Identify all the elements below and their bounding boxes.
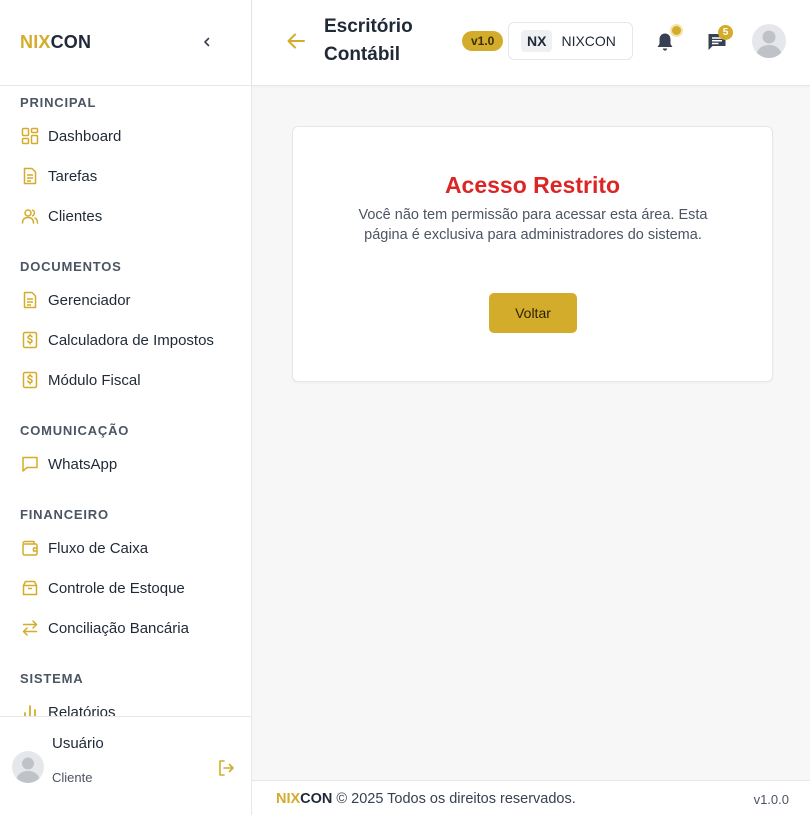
sidebar-item-label: Fluxo de Caixa — [48, 539, 149, 557]
restricted-title: Acesso Restrito — [444, 172, 621, 198]
footer-copyright-text: © 2025 Todos os direitos reservados. — [332, 791, 576, 807]
sidebar-item-controle-de-estoque[interactable]: Controle de Estoque — [0, 570, 251, 606]
sidebar-item-label: WhatsApp — [48, 455, 118, 473]
users-icon — [20, 206, 40, 226]
notification-dot — [670, 24, 683, 37]
sidebar-item-whatsapp[interactable]: WhatsApp — [0, 446, 251, 482]
footer-brand-part1: NIX — [276, 791, 301, 807]
sidebar-item-label: Relatórios — [48, 703, 116, 717]
company-name: NIXCON — [561, 33, 616, 49]
dollar-doc-icon — [20, 370, 40, 390]
logo[interactable]: NIXCON — [20, 32, 91, 53]
sidebar-item-modulo-fiscal[interactable]: Módulo Fiscal — [0, 362, 251, 398]
logo-part2: CON — [50, 32, 92, 52]
company-abbr: NX — [521, 30, 553, 52]
footer: NIXCON © 2025 Todos os direitos reservad… — [252, 780, 810, 815]
sidebar-item-clientes[interactable]: Clientes — [0, 198, 251, 234]
user-role: Cliente — [52, 770, 93, 785]
chat-bubble-icon — [20, 454, 40, 474]
arrow-left-icon — [287, 33, 305, 49]
sidebar-item-label: Calculadora de Impostos — [48, 331, 214, 349]
section-title-principal: PRINCIPAL — [20, 95, 97, 110]
sidebar-item-dashboard[interactable]: Dashboard — [0, 118, 251, 154]
box-icon — [20, 578, 40, 598]
dollar-doc-icon — [20, 330, 40, 350]
back-button[interactable]: Voltar — [489, 293, 577, 333]
sidebar-user-panel: Usuário Cliente — [0, 716, 251, 815]
user-silhouette-icon — [16, 757, 40, 783]
sidebar-item-label: Clientes — [48, 207, 103, 225]
arrows-exchange-icon — [20, 618, 40, 638]
avatar[interactable] — [12, 751, 44, 783]
sidebar-header: NIXCON — [0, 0, 251, 86]
user-name: Usuário — [52, 735, 104, 752]
sidebar-item-label: Conciliação Bancária — [48, 619, 189, 637]
sidebar: NIXCON PRINCIPAL Dashboard Tarefas Clien… — [0, 0, 252, 815]
logo-part1: NIX — [20, 32, 51, 52]
document-icon — [20, 166, 40, 186]
messages-count-badge: 5 — [718, 25, 733, 40]
sidebar-item-label: Módulo Fiscal — [48, 371, 141, 389]
section-title-financeiro: FINANCEIRO — [20, 507, 109, 522]
access-restricted-card: Acesso Restrito Você não tem permissão p… — [292, 126, 773, 382]
restricted-message: Você não tem permissão para acessar esta… — [358, 207, 708, 243]
company-selector[interactable]: NX NIXCON — [508, 22, 633, 60]
sidebar-item-label: Tarefas — [48, 167, 98, 185]
footer-version: v1.0.0 — [753, 792, 789, 807]
sidebar-item-relatorios[interactable]: Relatórios — [0, 694, 251, 716]
footer-brand-part2: CON — [300, 791, 333, 807]
sidebar-item-calculadora[interactable]: Calculadora de Impostos — [0, 322, 251, 358]
sidebar-item-conciliacao-bancaria[interactable]: Conciliação Bancária — [0, 610, 251, 646]
logout-button[interactable] — [216, 758, 236, 778]
chevron-left-icon — [204, 37, 210, 47]
document-icon — [20, 290, 40, 310]
sidebar-item-fluxo-de-caixa[interactable]: Fluxo de Caixa — [0, 530, 251, 566]
section-title-sistema: SISTEMA — [20, 671, 84, 686]
user-avatar-button[interactable] — [752, 24, 786, 58]
collapse-sidebar-button[interactable] — [198, 33, 216, 51]
user-silhouette-icon — [756, 30, 782, 58]
footer-copyright: NIXCON © 2025 Todos os direitos reservad… — [276, 791, 576, 807]
sidebar-nav[interactable]: PRINCIPAL Dashboard Tarefas Clientes DOC… — [0, 86, 251, 716]
section-title-documentos: DOCUMENTOS — [20, 259, 122, 274]
sidebar-item-tarefas[interactable]: Tarefas — [0, 158, 251, 194]
sidebar-item-label: Controle de Estoque — [48, 579, 185, 597]
sidebar-item-label: Gerenciador — [48, 291, 131, 309]
top-header: Escritório Contábil v1.0 NX NIXCON 5 — [252, 0, 810, 86]
page-title: Escritório Contábil — [324, 16, 413, 65]
section-title-comunicacao: COMUNICAÇÃO — [20, 423, 130, 438]
sidebar-item-label: Dashboard — [48, 127, 122, 145]
sidebar-item-gerenciador[interactable]: Gerenciador — [0, 282, 251, 318]
version-badge: v1.0 — [462, 31, 504, 51]
grid-icon — [20, 126, 40, 146]
wallet-icon — [20, 538, 40, 558]
bar-chart-icon — [20, 702, 40, 716]
logout-icon — [219, 760, 234, 776]
back-arrow-button[interactable] — [285, 30, 307, 52]
